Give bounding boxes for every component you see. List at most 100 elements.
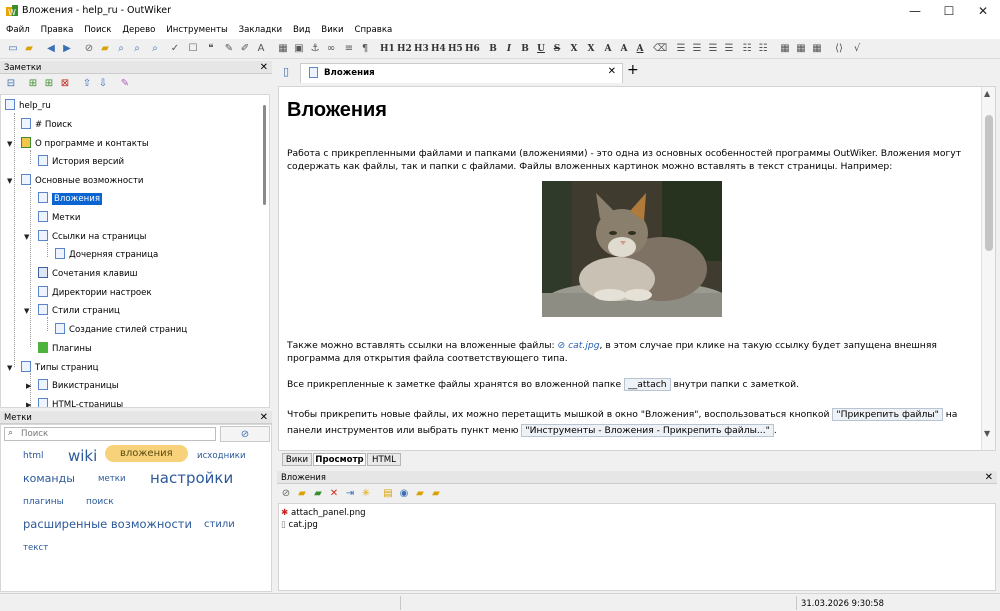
image-icon[interactable]: ▣ xyxy=(292,42,306,56)
move-down-icon[interactable]: ⇩ xyxy=(96,77,110,91)
collapse-all-icon[interactable]: ⊟ xyxy=(4,77,18,91)
underline-button[interactable]: U xyxy=(534,42,548,56)
numbered-list-icon[interactable]: ☷ xyxy=(756,42,770,56)
tab-wiki[interactable]: Вики xyxy=(282,453,312,466)
menu-tree[interactable]: Дерево xyxy=(122,22,155,35)
tag-styles[interactable]: стили xyxy=(204,519,235,530)
tree-item-search[interactable]: # Поиск xyxy=(21,118,72,132)
superscript-button[interactable]: X xyxy=(584,42,598,56)
tree-item-html-pages[interactable]: HTML-страницы xyxy=(38,398,123,407)
tag-search[interactable]: поиск xyxy=(86,497,114,507)
paste-icon[interactable]: ▤ xyxy=(381,487,395,501)
menu-tools[interactable]: Инструменты xyxy=(166,22,228,35)
tag-attachments[interactable]: вложения xyxy=(105,445,188,462)
tree-item-styles[interactable]: Стили страниц xyxy=(38,304,120,318)
tag-search-field[interactable]: ⌕ Поиск xyxy=(4,427,216,441)
heading-1-button[interactable]: H1 xyxy=(380,42,395,56)
tree-item-history[interactable]: История версий xyxy=(38,155,124,169)
font-icon[interactable]: A xyxy=(254,42,268,56)
collapse-icon[interactable]: ▼ xyxy=(7,177,12,185)
heading-6-button[interactable]: H6 xyxy=(465,42,480,56)
table-insert-icon[interactable]: ▦ xyxy=(778,42,792,56)
bold-italic-button[interactable]: B xyxy=(518,42,532,56)
tag-plugins[interactable]: плагины xyxy=(23,497,64,507)
tree-item-root[interactable]: help_ru xyxy=(5,99,51,113)
comment-icon[interactable]: ☐ xyxy=(186,42,200,56)
attach-folder-icon[interactable]: ▰ xyxy=(295,487,309,501)
tab-preview[interactable]: Просмотр xyxy=(313,453,366,466)
tree-scrollbar[interactable] xyxy=(263,105,266,205)
tree-item-page-types[interactable]: Типы страниц xyxy=(21,361,98,375)
tree-item-attachments[interactable]: Вложения xyxy=(38,192,103,206)
close-window-button[interactable]: ✕ xyxy=(966,0,1000,22)
font-color-button[interactable]: A xyxy=(633,42,647,56)
tag-search-input[interactable]: Поиск xyxy=(21,429,48,439)
table-row-icon[interactable]: ▦ xyxy=(794,42,808,56)
add-sibling-icon[interactable]: ⊞ xyxy=(26,77,40,91)
anchor-icon[interactable]: ⚓ xyxy=(308,42,322,56)
spellcheck-icon[interactable]: ✓ xyxy=(168,42,182,56)
menu-help[interactable]: Справка xyxy=(354,22,392,35)
align-right-icon[interactable]: ☰ xyxy=(706,42,720,56)
tree-item-about[interactable]: О программе и контакты xyxy=(21,137,149,151)
add-tab-button[interactable]: + xyxy=(627,62,639,78)
remove-attachment-icon[interactable]: ✕ xyxy=(327,487,341,501)
search-page-icon[interactable]: ⌕ xyxy=(114,42,128,56)
heading-4-button[interactable]: H4 xyxy=(431,42,446,56)
create-folder-icon[interactable]: ▰ xyxy=(311,487,325,501)
tree-item-tags[interactable]: Метки xyxy=(38,211,80,225)
paragraph-icon[interactable]: ¶ xyxy=(358,42,372,56)
attach-folder-icon[interactable]: ▰ xyxy=(98,42,112,56)
tag-commands[interactable]: команды xyxy=(23,472,75,485)
properties-icon[interactable]: ✎ xyxy=(118,77,132,91)
font-smaller-button[interactable]: A xyxy=(617,42,631,56)
remove-page-icon[interactable]: ⊠ xyxy=(58,77,72,91)
tag-text[interactable]: текст xyxy=(23,543,48,553)
tag-sources[interactable]: исходники xyxy=(197,451,246,461)
align-left-icon[interactable]: ☰ xyxy=(674,42,688,56)
refresh-icon[interactable]: ▰ xyxy=(429,487,443,501)
attachment-file[interactable]: ✱ attach_panel.png xyxy=(281,508,366,518)
forward-arrow-icon[interactable]: ▶ xyxy=(60,42,74,56)
table-icon[interactable]: ▦ xyxy=(276,42,290,56)
collapse-icon[interactable]: ▼ xyxy=(7,140,12,148)
close-icon[interactable]: ✕ xyxy=(260,61,268,74)
tree-item-child-page[interactable]: Дочерняя страница xyxy=(55,248,158,262)
execute-icon[interactable]: ✳ xyxy=(359,487,373,501)
code-icon[interactable]: ⟨⟩ xyxy=(832,42,846,56)
tree-item-create-styles[interactable]: Создание стилей страниц xyxy=(55,323,187,337)
collapse-icon[interactable]: ▼ xyxy=(24,233,29,241)
close-icon[interactable]: ✕ xyxy=(260,411,268,424)
bookmark-icon[interactable]: ▯ xyxy=(283,65,289,78)
pen-icon[interactable]: ✎ xyxy=(222,42,236,56)
attachment-file[interactable]: ▯ cat.jpg xyxy=(281,520,318,530)
link-icon[interactable]: ∞ xyxy=(324,42,338,56)
scroll-down-icon[interactable]: ▼ xyxy=(984,429,990,438)
open-folder-icon[interactable]: ▰ xyxy=(22,42,36,56)
expand-icon[interactable]: ▶ xyxy=(26,382,31,390)
menu-wiki[interactable]: Вики xyxy=(321,22,343,35)
tag-html[interactable]: html xyxy=(23,451,44,461)
tree-item-hotkeys[interactable]: Сочетания клавиш xyxy=(38,267,137,281)
minimize-button[interactable]: — xyxy=(898,0,932,22)
scroll-up-icon[interactable]: ▲ xyxy=(984,89,990,98)
scroll-thumb[interactable] xyxy=(985,115,993,251)
table-cell-icon[interactable]: ▦ xyxy=(810,42,824,56)
tree-item-features[interactable]: Основные возможности xyxy=(21,174,143,188)
horizontal-line-icon[interactable]: ≡ xyxy=(342,42,356,56)
find-in-page-icon[interactable]: ⌕ xyxy=(130,42,144,56)
new-page-icon[interactable]: ▭ xyxy=(6,42,20,56)
open-folder-icon[interactable]: ▰ xyxy=(413,487,427,501)
highlight-icon[interactable]: ✐ xyxy=(238,42,252,56)
menu-file[interactable]: Файл xyxy=(6,22,30,35)
clear-format-icon[interactable]: ⌫ xyxy=(653,42,667,56)
content-scrollbar[interactable]: ▲ ▼ xyxy=(981,87,995,450)
tab-html[interactable]: HTML xyxy=(367,453,401,466)
align-center-icon[interactable]: ☰ xyxy=(690,42,704,56)
strike-button[interactable]: S xyxy=(550,42,564,56)
find-next-icon[interactable]: ⌕ xyxy=(148,42,162,56)
tag-wiki[interactable]: wiki xyxy=(68,447,97,465)
tab-attachments[interactable]: Вложения ✕ xyxy=(300,63,623,83)
tag-tags[interactable]: метки xyxy=(98,474,126,484)
tag-advanced[interactable]: расширенные возможности xyxy=(23,517,192,531)
